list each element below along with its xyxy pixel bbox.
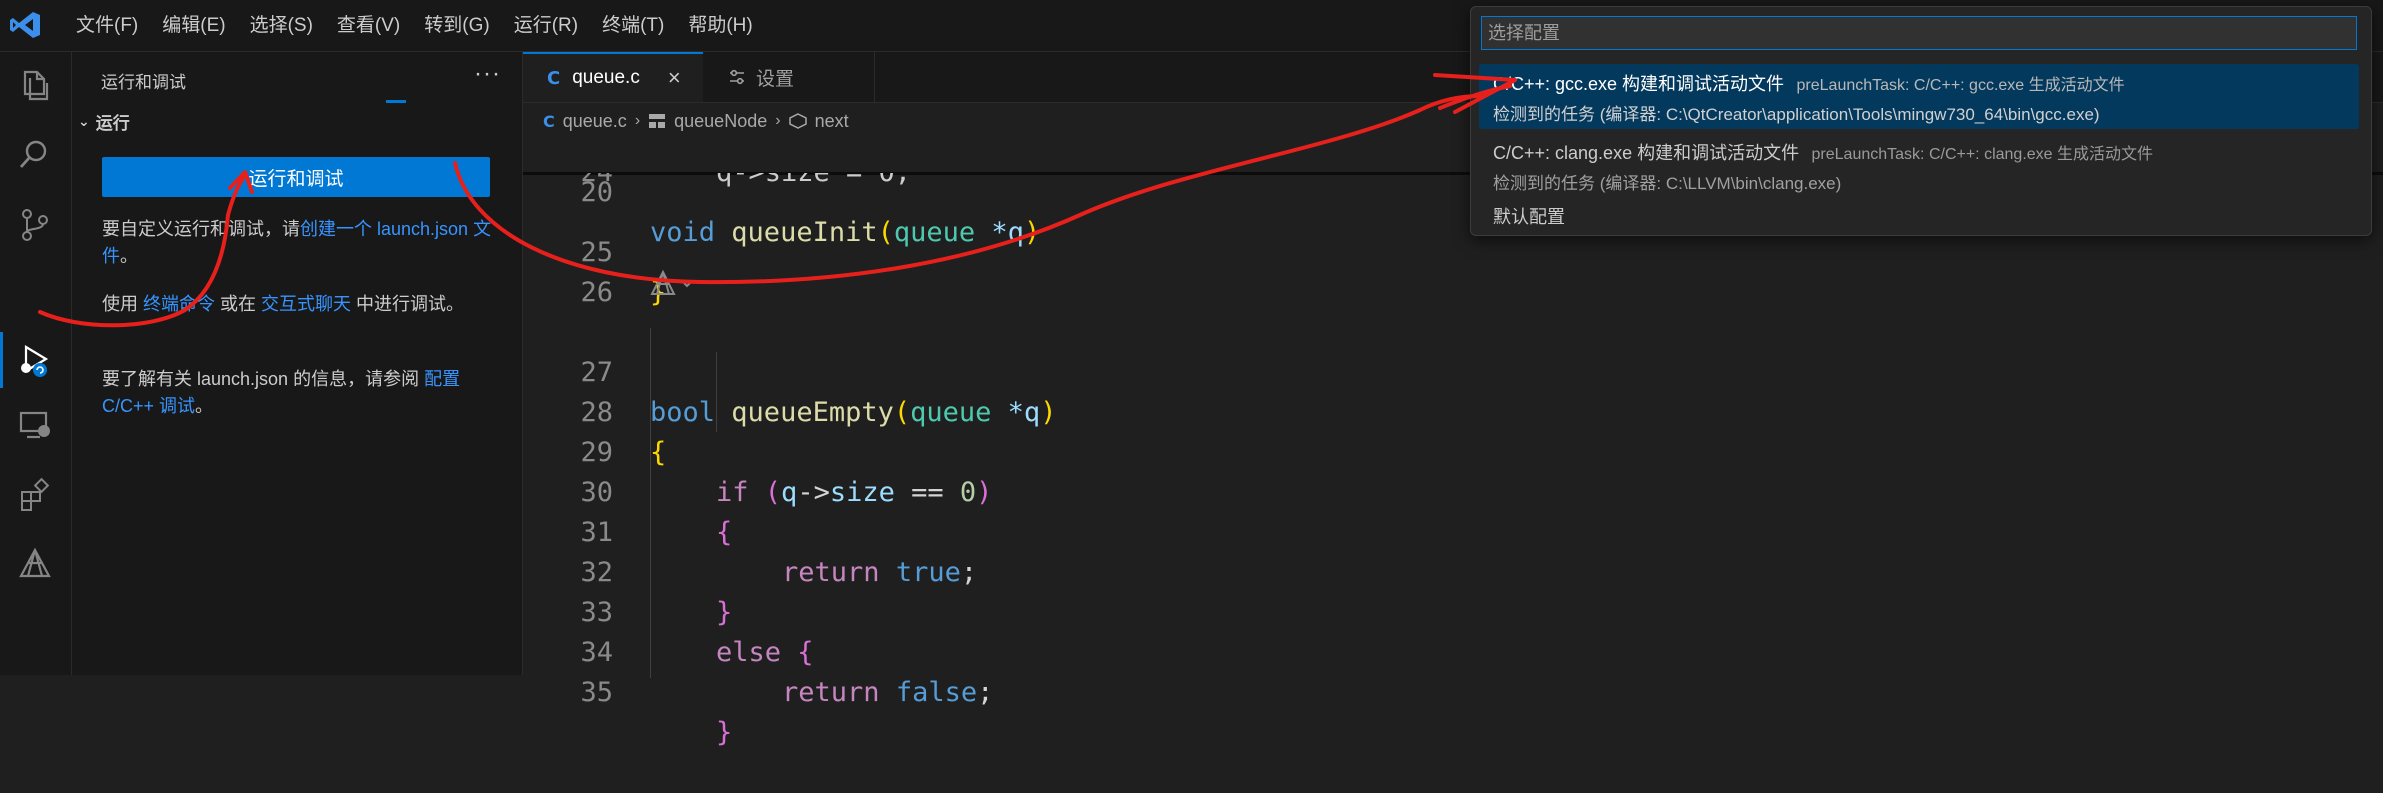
item-description: preLaunchTask: C/C++: gcc.exe 生成活动文件 (1796, 77, 2125, 94)
extensions-icon[interactable] (14, 474, 56, 516)
settings-icon (730, 69, 744, 85)
item-label: C/C++: clang.exe 构建和调试活动文件 (1493, 143, 1800, 163)
c-file-icon: C (547, 67, 561, 89)
hint-text: 要了解有关 launch.json 的信息，请参阅 (102, 369, 425, 389)
ai-assistant-icon[interactable] (14, 544, 56, 586)
run-and-debug-button[interactable]: 运行和调试 (102, 157, 490, 197)
tab-queue-c[interactable]: C queue.c × (523, 52, 703, 102)
code-line: 28 { (523, 353, 2383, 468)
menu-help[interactable]: 帮助(H) (676, 0, 764, 51)
remote-explorer-icon[interactable] (14, 404, 56, 446)
menu-selection[interactable]: 选择(S) (238, 0, 325, 51)
chevron-right-icon: › (634, 112, 641, 129)
hint-end: 。 (195, 396, 214, 416)
code-text: } (716, 717, 733, 748)
more-actions-icon[interactable]: ··· (474, 60, 501, 88)
item-description: preLaunchTask: C/C++: clang.exe 生成活动文件 (1811, 146, 2154, 163)
hint-end: 。 (120, 246, 138, 266)
activity-bar (0, 52, 72, 675)
chevron-down-icon: ⌄ (78, 113, 90, 129)
select-configuration-quick-pick: C/C++: gcc.exe 构建和调试活动文件 preLaunchTask: … (1470, 6, 2372, 236)
menu-run[interactable]: 运行(R) (502, 0, 590, 51)
item-detail: 检测到的任务 (编译器: C:\QtCreator\application\To… (1493, 105, 2100, 124)
code-line: 29 if (q->size == 0) (523, 393, 2383, 508)
vscode-logo-icon (10, 12, 40, 38)
code-line: 33 else { (523, 553, 2383, 668)
progress-indicator (386, 100, 406, 103)
item-label: 默认配置 (1493, 207, 1565, 227)
line-number: 24 (523, 173, 613, 193)
keyword: return (782, 677, 880, 708)
interactive-chat-link[interactable]: 交互式聊天 (261, 294, 351, 314)
run-debug-icon[interactable] (14, 339, 56, 381)
code-line: 34 return false; (523, 593, 2383, 708)
config-item-gcc[interactable]: C/C++: gcc.exe 构建和调试活动文件 preLaunchTask: … (1479, 64, 2359, 129)
line-number: 35 (580, 677, 613, 708)
section-label: 运行 (95, 114, 130, 133)
breadcrumb-file[interactable]: queue.c (563, 111, 627, 132)
literal: false (895, 677, 978, 708)
section-header-run[interactable]: ⌄ 运行 (78, 109, 130, 134)
menu-edit[interactable]: 编辑(E) (150, 0, 237, 51)
line-number: 26 (580, 277, 613, 308)
field-icon (788, 113, 807, 129)
config-item-default[interactable]: 默认配置 (1479, 199, 2359, 229)
code-text: q->size = 0; (716, 173, 911, 193)
menu-bar: 文件(F) 编辑(E) 选择(S) 查看(V) 转到(G) 运行(R) 终端(T… (64, 0, 765, 51)
breadcrumb: C queue.c › queueNode › next (543, 106, 849, 136)
code-line: 31 return true; (523, 473, 2383, 588)
c-file-icon: C (543, 111, 555, 131)
menu-file[interactable]: 文件(F) (64, 0, 150, 51)
hint-mid: 或在 (215, 294, 262, 314)
code-actions-icon[interactable] (650, 270, 696, 298)
active-indicator (0, 332, 3, 388)
code-line: 35 } (523, 633, 2383, 748)
breadcrumb-field[interactable]: next (815, 111, 849, 132)
breadcrumb-struct[interactable]: queueNode (674, 111, 767, 132)
tab-label: queue.c (572, 67, 640, 88)
explorer-icon[interactable] (14, 64, 56, 106)
launch-json-info-hint: 要了解有关 launch.json 的信息，请参阅 配置 C/C++ 调试。 (102, 366, 497, 420)
customize-hint: 要自定义运行和调试，请创建一个 launch.json 文件。 (102, 216, 497, 270)
run-debug-sidebar: 运行和调试 ··· ⌄ 运行 运行和调试 要自定义运行和调试，请创建一个 lau… (72, 52, 523, 675)
source-control-icon[interactable] (14, 204, 56, 246)
hint-text: 要自定义运行和调试，请 (102, 219, 300, 239)
code-line: 32 } (523, 513, 2383, 628)
menu-go[interactable]: 转到(G) (412, 0, 501, 51)
tab-settings[interactable]: 设置 (704, 52, 875, 102)
struct-icon (649, 114, 666, 128)
close-icon[interactable]: × (668, 65, 681, 91)
chevron-right-icon: › (775, 112, 781, 129)
tab-label: 设置 (756, 68, 795, 90)
configuration-filter-input[interactable] (1481, 16, 2357, 50)
sidebar-title: 运行和调试 (101, 73, 186, 92)
config-item-clang[interactable]: C/C++: clang.exe 构建和调试活动文件 preLaunchTask… (1479, 133, 2359, 198)
code-line: 26 (523, 233, 2383, 308)
search-icon[interactable] (14, 134, 56, 176)
item-detail: 检测到的任务 (编译器: C:\LLVM\bin\clang.exe) (1493, 174, 1842, 193)
hint-suffix: 中进行调试。 (351, 294, 465, 314)
terminal-command-link[interactable]: 终端命令 (143, 294, 215, 314)
code-line: 27 bool queueEmpty(queue *q) (523, 313, 2383, 428)
hint-prefix: 使用 (102, 294, 144, 314)
terminal-chat-hint: 使用 终端命令 或在 交互式聊天 中进行调试。 (102, 291, 497, 318)
menu-terminal[interactable]: 终端(T) (590, 0, 676, 51)
item-label: C/C++: gcc.exe 构建和调试活动文件 (1493, 74, 1785, 94)
code-line: 30 { (523, 433, 2383, 548)
menu-view[interactable]: 查看(V) (325, 0, 412, 51)
